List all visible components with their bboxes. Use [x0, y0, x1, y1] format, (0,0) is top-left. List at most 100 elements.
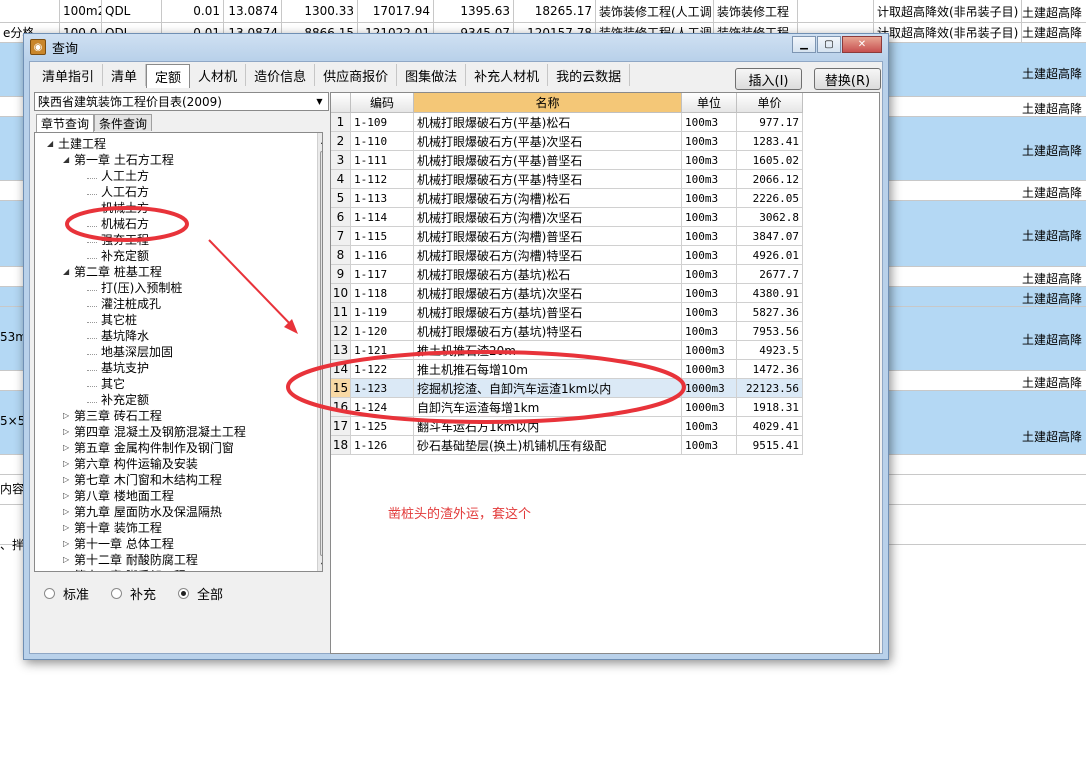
table-row[interactable]: 18 1-126 砂石基础垫层(换土)机铺机压有级配 100m3 9515.41 — [331, 436, 803, 455]
tab-3[interactable]: 人材机 — [190, 64, 247, 86]
table-row[interactable]: 1 1-109 机械打眼爆破石方(平基)松石 100m3 977.17 — [331, 113, 803, 132]
radio-icon[interactable] — [111, 588, 123, 599]
tree-node[interactable]: ▷ 第八章 楼地面工程 — [63, 487, 174, 503]
tree-node[interactable]: ▷ 第十章 装饰工程 — [63, 519, 162, 535]
radio-option[interactable]: 补充 — [111, 584, 156, 603]
grid-header-cell[interactable] — [331, 93, 351, 113]
tree-node[interactable]: 强夯工程 — [87, 231, 149, 247]
dialog-title: 查询 — [52, 41, 79, 57]
tree-expanded-icon[interactable]: ◢ — [47, 139, 56, 148]
tree-node[interactable]: 其它 — [87, 375, 125, 391]
maximize-icon[interactable]: ▢ — [817, 36, 841, 53]
radio-icon[interactable] — [178, 588, 190, 599]
close-icon[interactable]: ✕ — [842, 36, 882, 53]
minimize-icon[interactable]: ▁ — [792, 36, 816, 53]
tree-node[interactable]: ▷ 第五章 金属构件制作及钢门窗 — [63, 439, 234, 455]
scroll-up-icon[interactable]: ▲ — [321, 136, 322, 145]
tree-collapsed-icon[interactable]: ▷ — [63, 475, 72, 484]
table-cell-price: 3062.8 — [737, 208, 803, 227]
table-row[interactable]: 9 1-117 机械打眼爆破石方(基坑)松石 100m3 2677.7 — [331, 265, 803, 284]
spreadsheet-row[interactable]: 100m2 QDL 0.01 13.0874 1300.33 17017.94 1395.6… — [0, 0, 1086, 23]
replace-button[interactable]: 替换(R) — [814, 68, 881, 90]
tree-expanded-icon[interactable]: ◢ — [63, 267, 72, 276]
tree-node[interactable]: 补充定额 — [87, 391, 149, 407]
grid-header-cell[interactable]: 编码 — [351, 93, 414, 113]
tree-node[interactable]: ▷ 第七章 木门窗和木结构工程 — [63, 471, 222, 487]
tab-0[interactable]: 清单指引 — [34, 64, 104, 86]
chapter-tree[interactable]: ▲ ▼ ◢土建工程◢第一章 土石方工程人工土方人工石方机械土方机械石方强夯工程补… — [34, 132, 323, 572]
tree-node[interactable]: ▷ 第六章 构件运输及安装 — [63, 455, 198, 471]
table-row[interactable]: 14 1-122 推土机推石每增10m 1000m3 1472.36 — [331, 360, 803, 379]
chevron-down-icon[interactable]: ▼ — [313, 95, 326, 108]
table-row[interactable]: 16 1-124 自卸汽车运渣每增1km 1000m3 1918.31 — [331, 398, 803, 417]
tree-collapsed-icon[interactable]: ▷ — [63, 411, 72, 420]
radio-icon[interactable] — [44, 588, 55, 599]
table-row[interactable]: 3 1-111 机械打眼爆破石方(平基)普坚石 100m3 1605.02 — [331, 151, 803, 170]
tree-collapsed-icon[interactable]: ▷ — [63, 555, 72, 564]
table-row[interactable]: 7 1-115 机械打眼爆破石方(沟槽)普坚石 100m3 3847.07 — [331, 227, 803, 246]
tree-node[interactable]: 基坑支护 — [87, 359, 149, 375]
insert-button[interactable]: 插入(I) — [735, 68, 802, 90]
tree-node[interactable]: 机械土方 — [87, 199, 149, 215]
dialog-titlebar[interactable]: ◉ 查询 ▁ ▢ ✕ — [24, 34, 888, 60]
tree-node[interactable]: 打(压)入预制桩 — [87, 279, 182, 295]
table-cell-no: 14 — [331, 360, 351, 379]
tree-collapsed-icon[interactable]: ▷ — [63, 491, 72, 500]
table-row[interactable]: 5 1-113 机械打眼爆破石方(沟槽)松石 100m3 2226.05 — [331, 189, 803, 208]
tree-node[interactable]: ◢ 土建工程 — [47, 135, 106, 151]
tree-node[interactable]: ◢ 第一章 土石方工程 — [63, 151, 174, 167]
tab-5[interactable]: 供应商报价 — [315, 64, 398, 86]
tree-node[interactable]: 地基深层加固 — [87, 343, 173, 359]
table-row[interactable]: 6 1-114 机械打眼爆破石方(沟槽)次坚石 100m3 3062.8 — [331, 208, 803, 227]
radio-option[interactable]: 标准 — [44, 584, 89, 603]
grid-header-cell[interactable]: 名称 — [414, 93, 682, 113]
table-row[interactable]: 12 1-120 机械打眼爆破石方(基坑)特坚石 100m3 7953.56 — [331, 322, 803, 341]
tree-node[interactable]: ▷第十三章 脚手架工程 — [63, 567, 186, 572]
table-row[interactable]: 8 1-116 机械打眼爆破石方(沟槽)特坚石 100m3 4926.01 — [331, 246, 803, 265]
tree-node[interactable]: ▷ 第九章 屋面防水及保温隔热 — [63, 503, 222, 519]
tree-node[interactable]: 其它桩 — [87, 311, 137, 327]
scroll-down-icon[interactable]: ▼ — [321, 561, 322, 570]
tree-collapsed-icon[interactable]: ▷ — [63, 427, 72, 436]
tab-7[interactable]: 补充人材机 — [466, 64, 549, 86]
scrollbar-thumb[interactable] — [320, 151, 322, 556]
tree-collapsed-icon[interactable]: ▷ — [63, 507, 72, 516]
table-row[interactable]: 11 1-119 机械打眼爆破石方(基坑)普坚石 100m3 5827.36 — [331, 303, 803, 322]
grid-header-cell[interactable]: 单价 — [737, 93, 803, 113]
tree-node[interactable]: 灌注桩成孔 — [87, 295, 161, 311]
tree-collapsed-icon[interactable]: ▷ — [63, 571, 72, 572]
table-row[interactable]: 10 1-118 机械打眼爆破石方(基坑)次坚石 100m3 4380.91 — [331, 284, 803, 303]
tree-collapsed-icon[interactable]: ▷ — [63, 443, 72, 452]
tree-node[interactable]: 人工土方 — [87, 167, 149, 183]
library-select[interactable]: 陕西省建筑装饰工程价目表(2009) ▼ — [34, 92, 329, 111]
tab-6[interactable]: 图集做法 — [397, 64, 467, 86]
tree-node[interactable]: ▷ 第十一章 总体工程 — [63, 535, 174, 551]
table-row[interactable]: 17 1-125 翻斗车运石方1km以内 100m3 4029.41 — [331, 417, 803, 436]
grid-header-cell[interactable]: 单位 — [682, 93, 737, 113]
tree-node[interactable]: 人工石方 — [87, 183, 149, 199]
tree-node[interactable]: ▷ 第三章 砖石工程 — [63, 407, 162, 423]
subtab-0[interactable]: 章节查询 — [36, 114, 95, 132]
tree-node[interactable]: ◢ 第二章 桩基工程 — [63, 263, 162, 279]
table-row[interactable]: 2 1-110 机械打眼爆破石方(平基)次坚石 100m3 1283.41 — [331, 132, 803, 151]
tree-node[interactable]: 补充定额 — [87, 247, 149, 263]
tree-collapsed-icon[interactable]: ▷ — [63, 523, 72, 532]
tab-2[interactable]: 定额 — [146, 64, 191, 88]
tab-8[interactable]: 我的云数据 — [548, 64, 631, 86]
tab-4[interactable]: 造价信息 — [246, 64, 316, 86]
tree-node[interactable]: ▷ 第四章 混凝土及钢筋混凝土工程 — [63, 423, 246, 439]
tree-node[interactable]: 机械石方 — [87, 215, 149, 231]
tree-node[interactable]: 基坑降水 — [87, 327, 149, 343]
tree-collapsed-icon[interactable]: ▷ — [63, 539, 72, 548]
tree-scrollbar[interactable]: ▲ ▼ — [317, 133, 322, 571]
table-row[interactable]: 13 1-121 推土机推石渣20m 1000m3 4923.5 — [331, 341, 803, 360]
table-row[interactable]: 15 1-123 挖掘机挖渣、自卸汽车运渣1km以内 1000m3 22123.56 — [331, 379, 803, 398]
tree-collapsed-icon[interactable]: ▷ — [63, 459, 72, 468]
tree-expanded-icon[interactable]: ◢ — [63, 155, 72, 164]
tab-1[interactable]: 清单 — [103, 64, 147, 86]
table-row[interactable]: 4 1-112 机械打眼爆破石方(平基)特坚石 100m3 2066.12 — [331, 170, 803, 189]
radio-option[interactable]: 全部 — [178, 584, 223, 603]
tree-node[interactable]: ▷ 第十二章 耐酸防腐工程 — [63, 551, 198, 567]
subtab-1[interactable]: 条件查询 — [94, 114, 153, 131]
spreadsheet-cell-right: 土建超高降 — [1022, 291, 1083, 306]
